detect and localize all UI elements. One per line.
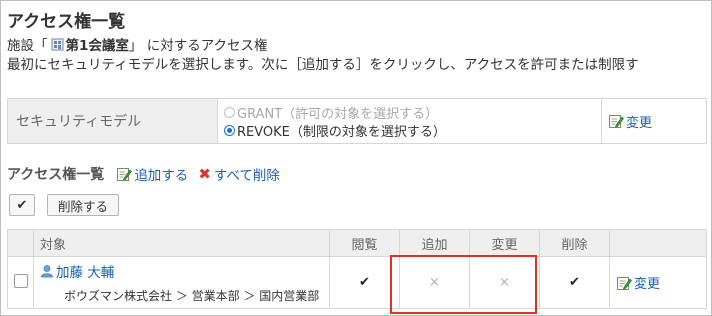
row-change-link[interactable]: 変更 [634,273,660,292]
user-line: 加藤 大輔 [34,261,329,281]
page-title: アクセス権一覧 [7,12,126,32]
row-checkbox[interactable] [13,273,28,288]
access-list-panel: アクセス権一覧 施設「 第1会議室」 に対するアクセス権 最初にセキュリティモデル… [0,0,712,316]
grant-option[interactable]: GRANT（許可の対象を選択する） [224,103,601,122]
security-model-options: GRANT（許可の対象を選択する） REVOKE（制限の対象を選択する） [218,99,602,143]
row-action-cell: 変更 [609,256,707,309]
select-all-button[interactable]: ✔ [9,194,35,216]
facility-line: 施設「 第1会議室」 に対するアクセス権 [7,34,268,54]
header-delete: 削除 [539,229,610,257]
security-model-table: セキュリティモデル GRANT（許可の対象を選択する） REVOKE（制限の対象… [7,98,707,144]
add-access-button[interactable]: 追加する [116,164,188,184]
delete-all-icon: ✖ [198,165,211,183]
security-model-change-link[interactable]: 変更 [626,112,652,131]
org-path: ボウズマン株式会社 ＞ 営業本部 ＞ 国内営業部 [64,289,320,303]
security-model-change[interactable]: 変更 [602,99,706,143]
target-cell: 加藤 大輔 ボウズマン株式会社 ＞ 営業本部 ＞ 国内営業部 [33,256,330,309]
access-table: 対象 閲覧 追加 変更 削除 加藤 大輔 ボウズマン株式会社 ＞ 営業本部 ＞ … [7,229,707,309]
add-cell: × [399,256,470,309]
delete-all-button[interactable]: ✖ すべて削除 [198,164,280,184]
revoke-option[interactable]: REVOKE（制限の対象を選択する） [224,121,601,140]
header-edit: 変更 [469,229,540,257]
instruction-text: 最初にセキュリティモデルを選択します。次に［追加する］をクリックし、アクセスを許… [7,57,639,73]
revoke-label: REVOKE（制限の対象を選択する） [237,124,446,140]
row-change-button[interactable]: 変更 [610,273,706,292]
user-name-link[interactable]: 加藤 大輔 [56,261,114,281]
add-cross-icon: × [429,275,440,290]
revoke-radio[interactable] [224,124,235,136]
grant-label: GRANT（許可の対象を選択する） [237,106,439,122]
facility-name: 第1会議室 [65,38,129,54]
access-list-header: アクセス権一覧 追加する ✖ すべて削除 [7,164,290,184]
view-check-icon: ✔ [359,275,370,290]
delete-cell: ✔ [539,256,610,309]
edit-cross-icon: × [499,275,510,290]
header-target: 対象 [33,229,330,257]
table-row: 加藤 大輔 ボウズマン株式会社 ＞ 営業本部 ＞ 国内営業部 ✔ × × ✔ 変… [7,256,707,309]
edit-icon [616,275,632,291]
header-checkbox-col [7,229,34,257]
facility-line-suffix: 」 に対するアクセス権 [128,38,268,54]
grant-radio[interactable] [224,106,235,118]
view-cell: ✔ [329,256,400,309]
edit-cell: × [469,256,540,309]
add-icon [116,166,133,182]
row-checkbox-cell [7,256,34,309]
delete-all-link[interactable]: すべて削除 [214,164,280,184]
header-add: 追加 [399,229,470,257]
security-model-label: セキュリティモデル [8,99,218,143]
facility-line-prefix: 施設「 [7,38,48,54]
user-icon [40,264,54,278]
header-view: 閲覧 [329,229,400,257]
bulk-action-row: ✔ 削除する [9,194,120,216]
access-table-header: 対象 閲覧 追加 変更 削除 [7,229,707,257]
header-action [609,229,707,257]
access-list-title: アクセス権一覧 [7,167,105,183]
facility-icon [51,38,64,51]
delete-selected-button[interactable]: 削除する [47,194,120,216]
edit-icon [608,113,624,129]
add-access-link[interactable]: 追加する [134,164,188,184]
delete-check-icon: ✔ [569,275,580,290]
